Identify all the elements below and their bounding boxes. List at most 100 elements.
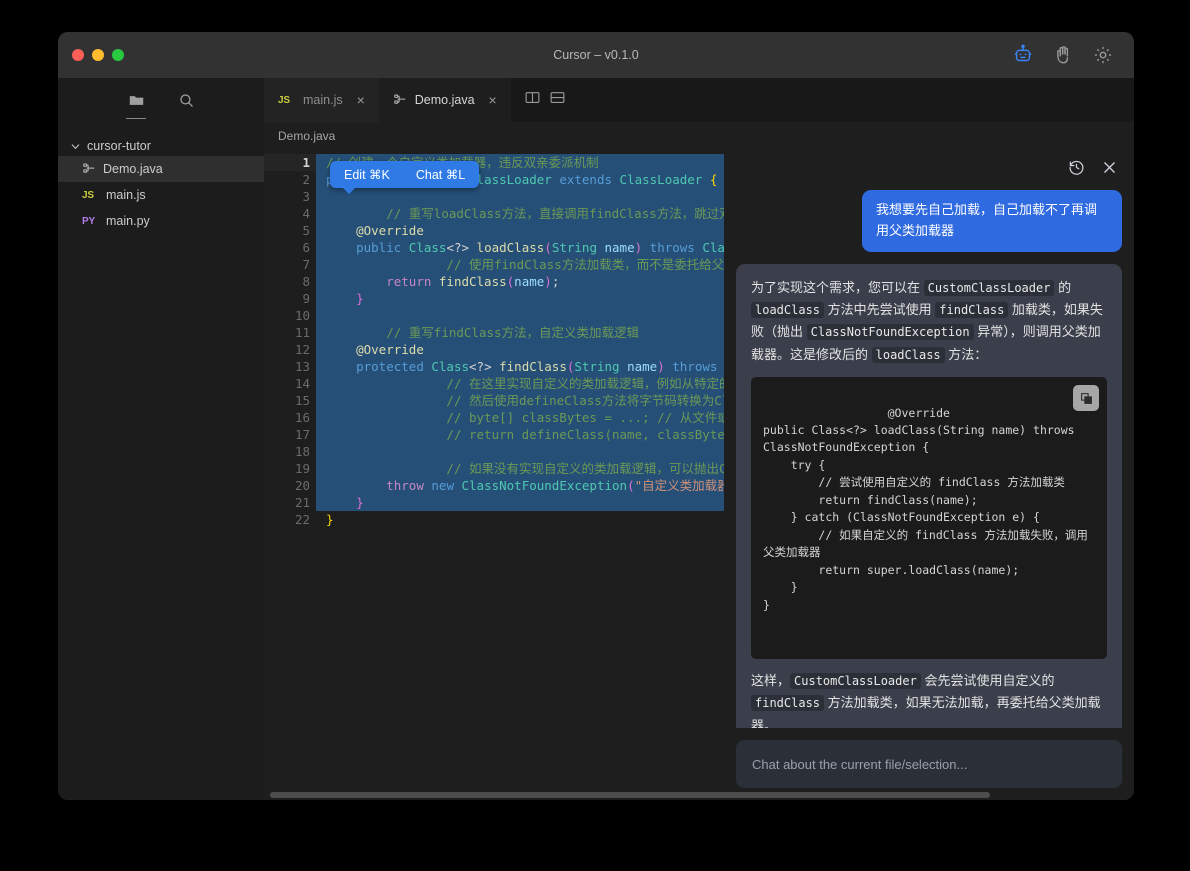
sidebar-file-main-js[interactable]: JS main.js — [58, 182, 264, 208]
close-icon[interactable]: × — [357, 92, 365, 108]
tab-label: main.js — [303, 93, 343, 107]
chat-code-block[interactable]: @Override public Class<?> loadClass(Stri… — [751, 377, 1107, 660]
chat-outro-paragraph: 这样， CustomClassLoader 会先尝试使用自定义的 findClas… — [751, 670, 1107, 728]
file-explorer: cursor-tutor Demo.java JS main.js PY mai… — [58, 122, 264, 234]
desktop-background: Cursor – v0.1.0 cursor-tutor Demo.java J… — [0, 0, 1190, 871]
chat-user-message: 我想要先自己加载，自己加载不了再调用父类加载器 — [862, 190, 1122, 252]
robot-icon[interactable] — [1012, 44, 1034, 66]
inline-chat-shortcut: ⌘L — [445, 168, 466, 182]
inline-code: ClassNotFoundException — [806, 324, 974, 341]
editor-tabbar: JS main.js × Demo.java × — [264, 78, 1134, 122]
code-token: // 使用findClass方法加载类，而不是委托给父类加载器 — [386, 257, 775, 272]
breadcrumb[interactable]: Demo.java — [264, 122, 1134, 150]
window-titlebar: Cursor – v0.1.0 — [58, 32, 1134, 78]
js-file-icon: JS — [82, 189, 94, 201]
hand-icon[interactable] — [1052, 44, 1074, 66]
line-number: 15 — [294, 393, 310, 408]
line-number: 21 — [294, 495, 310, 510]
tab-main-js[interactable]: JS main.js × — [264, 78, 379, 122]
ai-chat-panel: 我想要先自己加载，自己加载不了再调用父类加载器 为了实现这个需求，您可以在 Cu… — [724, 150, 1134, 800]
maximize-window-button[interactable] — [112, 49, 124, 61]
line-number: 9 — [302, 291, 310, 306]
line-number: 14 — [294, 376, 310, 391]
line-number: 22 — [294, 512, 310, 527]
line-number: 13 — [294, 359, 310, 374]
scrollbar-thumb[interactable] — [270, 792, 990, 798]
chat-messages[interactable]: 我想要先自己加载，自己加载不了再调用父类加载器 为了实现这个需求，您可以在 Cu… — [736, 190, 1122, 728]
inline-edit-label: Edit — [344, 168, 366, 182]
inline-edit-shortcut: ⌘K — [369, 168, 390, 182]
sidebar-file-label: main.js — [106, 188, 146, 202]
tab-label: Demo.java — [414, 93, 475, 107]
line-number: 20 — [294, 478, 310, 493]
line-number: 7 — [302, 257, 310, 272]
sidebar-toolbar — [58, 78, 264, 122]
copy-icon[interactable] — [1073, 385, 1099, 412]
line-number: 8 — [302, 274, 310, 289]
titlebar-actions — [1012, 44, 1134, 66]
minimize-window-button[interactable] — [92, 49, 104, 61]
chat-input[interactable]: Chat about the current file/selection... — [736, 740, 1122, 788]
sidebar-file-label: Demo.java — [103, 162, 163, 176]
explorer-root-label: cursor-tutor — [87, 139, 151, 153]
line-number: 4 — [302, 206, 310, 221]
inline-code: findClass — [751, 695, 825, 712]
sidebar-file-demo-java[interactable]: Demo.java — [58, 156, 264, 182]
window-body: cursor-tutor Demo.java JS main.js PY mai… — [58, 78, 1134, 800]
editor-horizontal-scrollbar[interactable] — [264, 791, 1134, 800]
cursor-window: Cursor – v0.1.0 cursor-tutor Demo.java J… — [58, 32, 1134, 800]
line-number-gutter: 1 2 3 4 5 6 7 8 9 10 11 12 13 14 15 16 1… — [264, 150, 316, 528]
code-token: // 重写findClass方法，自定义类加载逻辑 — [356, 325, 640, 340]
inline-code: loadClass — [751, 301, 825, 318]
sidebar: cursor-tutor Demo.java JS main.js PY mai… — [58, 78, 264, 800]
code-editor[interactable]: 1 2 3 4 5 6 7 8 9 10 11 12 13 14 15 16 1… — [264, 150, 1134, 800]
code-token: // 然后使用defineClass方法将字节码转换为Class对象 — [386, 393, 777, 408]
js-file-icon: JS — [278, 94, 290, 106]
line-number: 3 — [302, 189, 310, 204]
sidebar-file-label: main.py — [106, 214, 150, 228]
line-number: 17 — [294, 427, 310, 442]
chat-assistant-message: 为了实现这个需求，您可以在 CustomClassLoader 的 loadCl… — [736, 263, 1122, 728]
history-icon[interactable] — [1068, 159, 1085, 181]
rich-text: 这样， CustomClassLoader 会先尝试使用自定义的 findClas… — [751, 673, 1101, 728]
close-icon[interactable]: × — [489, 92, 497, 108]
traffic-lights — [58, 49, 124, 61]
line-number: 6 — [302, 240, 310, 255]
search-icon[interactable] — [174, 88, 198, 112]
line-number: 2 — [302, 172, 310, 187]
java-file-icon — [83, 163, 95, 173]
line-number: 1 — [264, 154, 316, 171]
inline-code: loadClass — [871, 346, 945, 363]
split-editor-right-icon[interactable] — [525, 91, 540, 109]
split-editor-down-icon[interactable] — [550, 91, 565, 109]
inline-chat-button[interactable]: Chat ⌘L — [416, 167, 465, 182]
chat-intro-paragraph: 为了实现这个需求，您可以在 CustomClassLoader 的 loadCl… — [751, 277, 1107, 366]
inline-chat-label: Chat — [415, 168, 443, 182]
line-number: 10 — [294, 308, 310, 323]
sidebar-file-main-py[interactable]: PY main.py — [58, 208, 264, 234]
chat-input-placeholder: Chat about the current file/selection... — [752, 756, 968, 772]
editor-split-actions — [511, 78, 579, 122]
gear-icon[interactable] — [1092, 44, 1114, 66]
window-title: Cursor – v0.1.0 — [553, 48, 639, 62]
line-number: 11 — [294, 325, 310, 340]
line-number: 5 — [302, 223, 310, 238]
line-number: 12 — [294, 342, 310, 357]
inline-edit-button[interactable]: Edit ⌘K — [344, 167, 390, 182]
inline-code: CustomClassLoader — [790, 673, 921, 690]
line-number: 19 — [294, 461, 310, 476]
explorer-root-folder[interactable]: cursor-tutor — [58, 136, 264, 156]
line-number: 18 — [294, 444, 310, 459]
tab-demo-java[interactable]: Demo.java × — [378, 78, 511, 122]
java-file-icon — [394, 94, 406, 104]
editor-column: JS main.js × Demo.java × Demo.java 1 2 3… — [264, 78, 1134, 800]
close-window-button[interactable] — [72, 49, 84, 61]
inline-code: CustomClassLoader — [923, 279, 1055, 296]
chat-code-content: @Override public Class<?> loadClass(Stri… — [763, 405, 1088, 612]
close-icon[interactable] — [1101, 159, 1118, 181]
line-number: 16 — [294, 410, 310, 425]
inline-ai-toolbar: Edit ⌘K Chat ⌘L — [330, 161, 480, 194]
inline-code: findClass — [935, 301, 1009, 318]
folder-icon[interactable] — [124, 88, 148, 119]
py-file-icon: PY — [82, 215, 95, 227]
